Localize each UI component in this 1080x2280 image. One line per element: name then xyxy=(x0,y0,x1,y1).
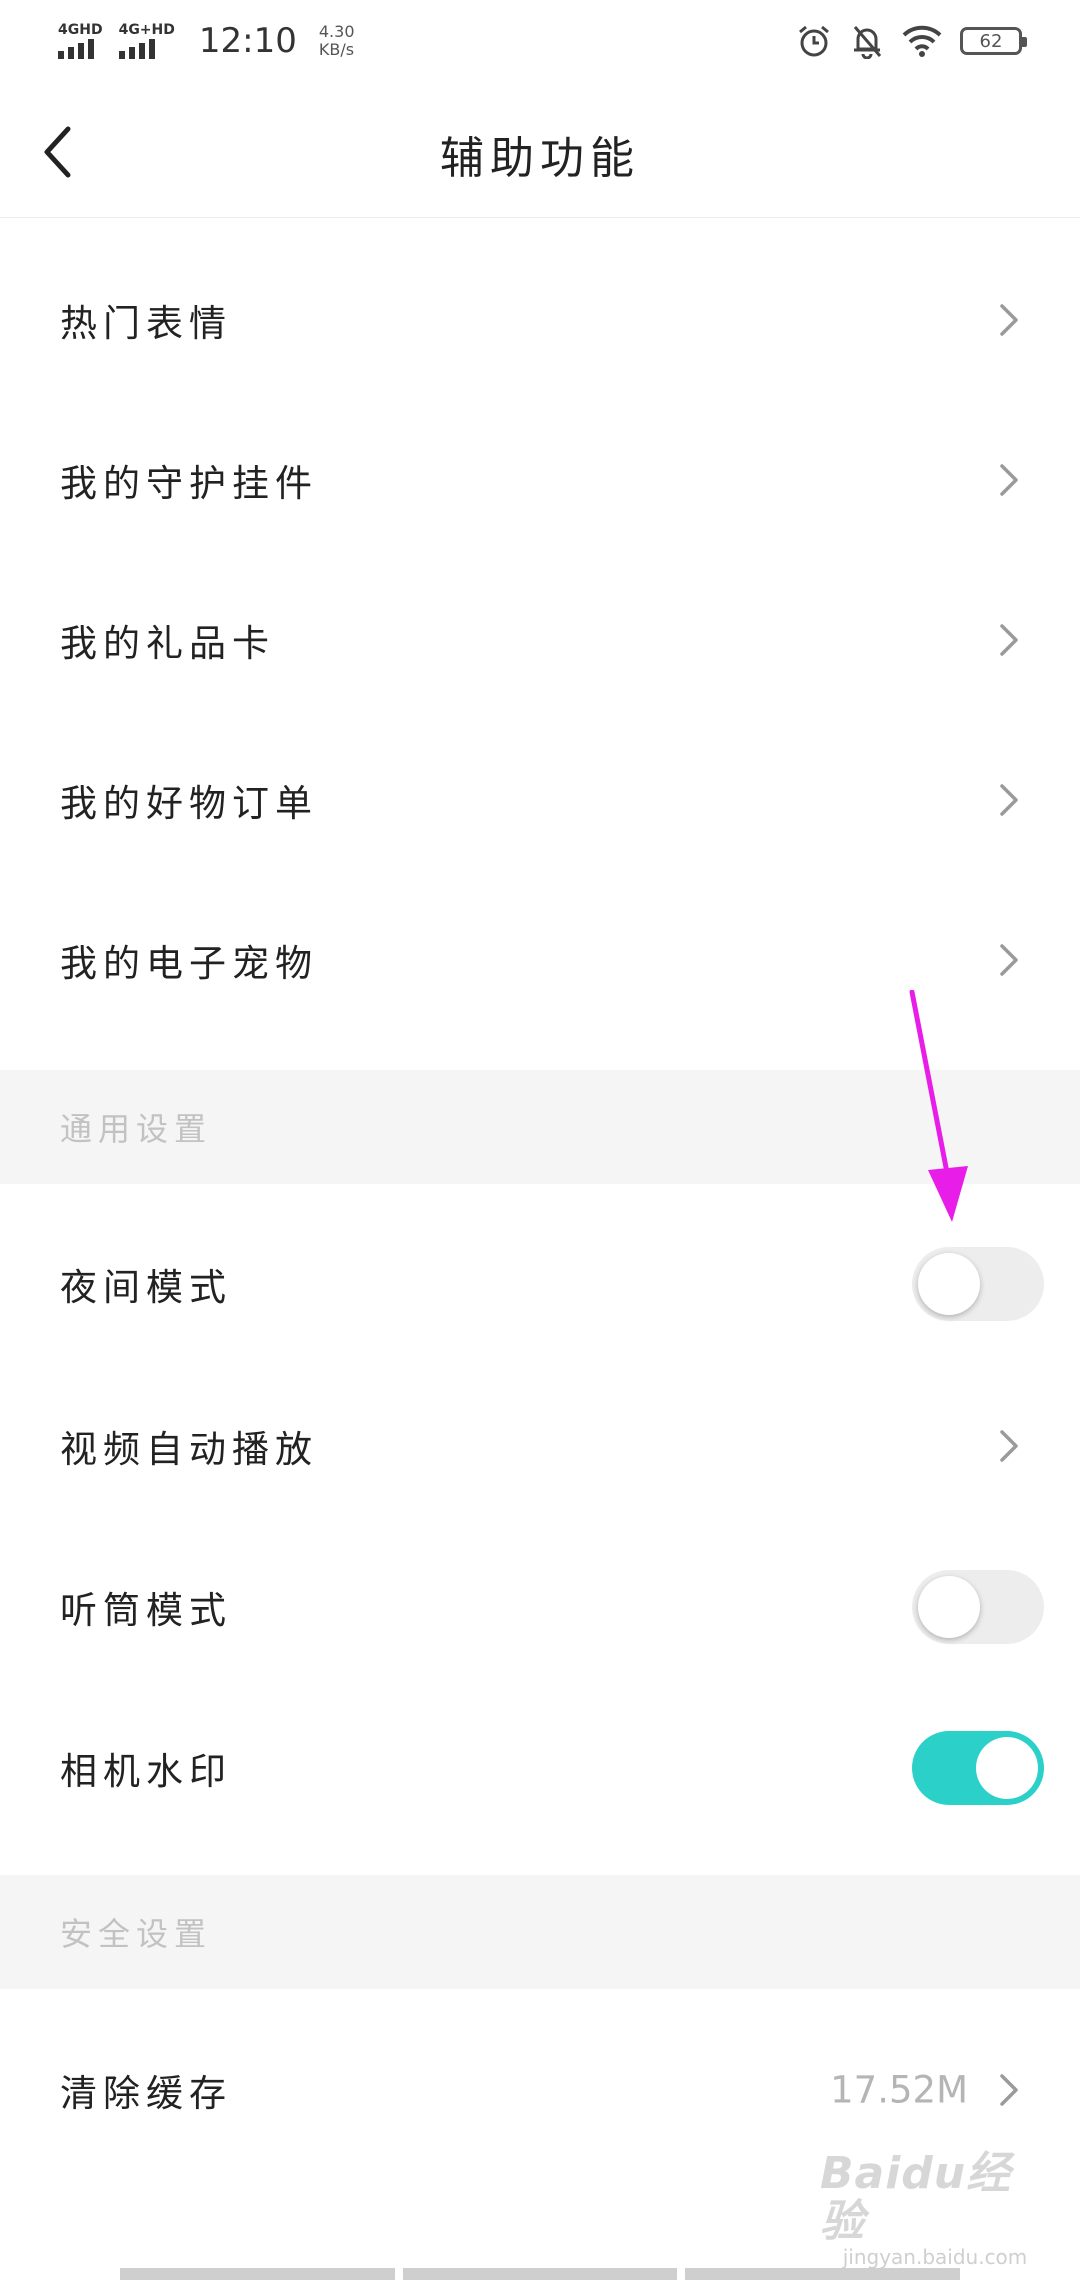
earpiece-mode-toggle[interactable] xyxy=(912,1570,1044,1644)
section-title: 通用设置 xyxy=(60,1110,213,1148)
chevron-right-icon xyxy=(1000,944,1018,976)
menu-item-label: 我的好物订单 xyxy=(60,782,318,825)
toggle-knob xyxy=(976,1737,1038,1799)
clock: 12:10 xyxy=(198,21,297,61)
setting-label: 相机水印 xyxy=(60,1750,232,1793)
setting-video-autoplay[interactable]: 视频自动播放 xyxy=(0,1366,1080,1526)
section-header-security: 安全设置 xyxy=(0,1875,1080,1989)
menu-item-gift-card[interactable]: 我的礼品卡 xyxy=(0,560,1080,720)
bottom-edge-bars xyxy=(120,2268,961,2280)
signal-bars-icon xyxy=(58,37,94,59)
menu-item-label: 我的电子宠物 xyxy=(60,942,318,985)
battery-icon: 62 xyxy=(960,27,1027,55)
section-title: 安全设置 xyxy=(60,1915,213,1953)
menu-item-guard-pendant[interactable]: 我的守护挂件 xyxy=(0,400,1080,560)
network-speed-unit: KB/s xyxy=(318,40,355,59)
setting-label: 夜间模式 xyxy=(60,1266,232,1309)
signal-bars-icon xyxy=(118,37,155,59)
setting-clear-cache[interactable]: 清除缓存 17.52M xyxy=(0,2010,1080,2170)
network-speed: 4.30 KB/s xyxy=(319,23,355,59)
chevron-right-icon xyxy=(1000,2074,1018,2106)
bottom-bar xyxy=(685,2268,961,2280)
setting-label: 听筒模式 xyxy=(60,1589,232,1632)
setting-label: 清除缓存 xyxy=(60,2072,232,2115)
chevron-right-icon xyxy=(1000,1430,1018,1462)
chevron-right-icon xyxy=(1000,784,1018,816)
camera-watermark-toggle[interactable] xyxy=(912,1731,1044,1805)
sim2-label: 4G+HD xyxy=(118,22,175,38)
watermark-url: jingyan.baidu.com xyxy=(842,2245,1028,2269)
bottom-bar xyxy=(120,2268,395,2280)
wifi-icon xyxy=(902,25,942,57)
sim1-signal: 4GHD xyxy=(58,23,103,59)
annotation-arrow-icon xyxy=(909,990,968,1222)
page-title: 辅助功能 xyxy=(440,133,640,184)
menu-item-hot-stickers[interactable]: 热门表情 xyxy=(0,240,1080,400)
sim2-signal: 4G+HD xyxy=(118,22,175,59)
setting-camera-watermark: 相机水印 xyxy=(0,1688,1080,1848)
sim1-label: 4GHD xyxy=(58,22,103,38)
toggle-knob xyxy=(918,1253,980,1315)
baidu-watermark: Baidu经验 jingyan.baidu.com xyxy=(820,2150,1050,2269)
menu-item-orders[interactable]: 我的好物订单 xyxy=(0,720,1080,880)
status-left: 4GHD 4G+HD 12:10 4.30 KB/s xyxy=(58,21,355,61)
bell-off-icon xyxy=(853,26,882,59)
battery-level: 62 xyxy=(979,30,1003,52)
cache-size: 17.52M xyxy=(830,2068,968,2112)
status-right: 62 xyxy=(796,23,1027,59)
bottom-bar xyxy=(402,2268,678,2280)
chevron-right-icon xyxy=(1000,624,1018,656)
toggle-knob xyxy=(918,1576,980,1638)
chevron-right-icon xyxy=(1000,304,1018,336)
chevron-right-icon xyxy=(1000,464,1018,496)
network-speed-value: 4.30 xyxy=(318,22,355,41)
setting-earpiece-mode: 听筒模式 xyxy=(0,1527,1080,1687)
setting-label: 视频自动播放 xyxy=(60,1428,318,1471)
status-bar: 4GHD 4G+HD 12:10 4.30 KB/s 62 xyxy=(0,0,1080,82)
menu-item-label: 热门表情 xyxy=(60,302,232,345)
alarm-icon xyxy=(799,25,829,57)
header: 辅助功能 xyxy=(0,82,1080,218)
watermark-logo: Baidu经验 xyxy=(820,2148,1012,2247)
menu-item-label: 我的守护挂件 xyxy=(60,462,318,505)
night-mode-toggle[interactable] xyxy=(912,1247,1044,1321)
menu-item-label: 我的礼品卡 xyxy=(60,622,275,665)
